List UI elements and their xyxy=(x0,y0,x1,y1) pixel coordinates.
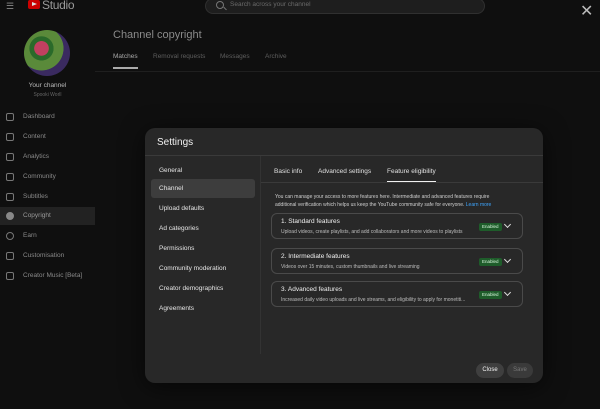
channel-title: Your channel xyxy=(28,82,67,89)
nav-divider xyxy=(260,156,261,354)
learn-more-link[interactable]: Learn more xyxy=(466,202,492,208)
sidebar-item-customisation[interactable]: Customisation xyxy=(0,247,95,265)
studio-label: Studio xyxy=(42,0,75,12)
settings-nav-creator-demographics[interactable]: Creator demographics xyxy=(151,279,255,298)
dialog-title: Settings xyxy=(157,137,194,148)
sidebar-item-dashboard[interactable]: Dashboard xyxy=(0,108,95,126)
close-button[interactable]: Close xyxy=(476,363,504,378)
tab-messages[interactable]: Messages xyxy=(220,53,250,60)
top-bar: ☰ Studio Search across your channel ✕ xyxy=(0,0,600,20)
analytics-icon xyxy=(6,153,14,161)
sidebar: Your channel Spooki Worll Dashboard Cont… xyxy=(0,14,95,409)
content-icon xyxy=(6,133,14,141)
dialog-divider xyxy=(145,155,543,156)
subtitles-icon xyxy=(6,193,14,201)
settings-dialog: Settings General Channel Upload defaults… xyxy=(145,128,543,383)
earn-icon xyxy=(6,232,14,240)
feature-card-intermediate[interactable]: 2. Intermediate features Videos over 15 … xyxy=(271,248,523,274)
chevron-down-icon[interactable] xyxy=(504,290,512,298)
search-icon xyxy=(216,1,224,9)
settings-nav-channel[interactable]: Channel xyxy=(151,179,255,198)
settings-nav-ad-categories[interactable]: Ad categories xyxy=(151,219,255,238)
chevron-down-icon[interactable] xyxy=(504,222,512,230)
chevron-down-icon[interactable] xyxy=(504,257,512,265)
youtube-logo-icon[interactable] xyxy=(28,0,40,9)
creator-music-icon xyxy=(6,272,14,280)
tab-basic-info[interactable]: Basic info xyxy=(274,168,302,175)
search-input[interactable]: Search across your channel xyxy=(230,1,311,8)
settings-nav-community-moderation[interactable]: Community moderation xyxy=(151,259,255,278)
settings-nav-general[interactable]: General xyxy=(151,161,255,180)
feature-title: 1. Standard features xyxy=(281,218,340,225)
feature-title: 2. Intermediate features xyxy=(281,253,350,260)
tabs-divider xyxy=(261,182,543,183)
community-icon xyxy=(6,173,14,181)
channel-handle: Spooki Worll xyxy=(33,92,62,98)
customisation-icon xyxy=(6,252,14,260)
search-bar[interactable]: Search across your channel xyxy=(205,0,485,14)
settings-nav-upload-defaults[interactable]: Upload defaults xyxy=(151,199,255,218)
channel-avatar[interactable] xyxy=(24,30,70,76)
sidebar-item-subtitles[interactable]: Subtitles xyxy=(0,188,95,206)
feature-description: Videos over 15 minutes, custom thumbnail… xyxy=(281,264,420,270)
sidebar-item-creator-music[interactable]: Creator Music [Beta] xyxy=(0,267,95,285)
tab-matches[interactable]: Matches xyxy=(113,53,138,69)
enabled-badge: Enabled xyxy=(479,291,502,299)
tab-removal-requests[interactable]: Removal requests xyxy=(153,53,205,60)
sidebar-item-earn[interactable]: Earn xyxy=(0,227,95,245)
sidebar-item-content[interactable]: Content xyxy=(0,128,95,146)
settings-nav-permissions[interactable]: Permissions xyxy=(151,239,255,258)
sidebar-item-community[interactable]: Community xyxy=(0,168,95,186)
sidebar-item-copyright[interactable]: Copyright xyxy=(0,207,95,225)
close-icon[interactable]: ✕ xyxy=(580,4,593,20)
page-title: Channel copyright xyxy=(113,29,202,41)
feature-card-advanced[interactable]: 3. Advanced features Increased daily vid… xyxy=(271,281,523,307)
enabled-badge: Enabled xyxy=(479,258,502,266)
feature-card-standard[interactable]: 1. Standard features Upload videos, crea… xyxy=(271,213,523,239)
tab-feature-eligibility[interactable]: Feature eligibility xyxy=(387,168,436,183)
tab-archive[interactable]: Archive xyxy=(265,53,287,60)
menu-icon[interactable]: ☰ xyxy=(6,1,16,11)
settings-nav-agreements[interactable]: Agreements xyxy=(151,299,255,318)
feature-description: Upload videos, create playlists, and add… xyxy=(281,229,463,235)
save-button[interactable]: Save xyxy=(507,363,533,378)
tab-advanced-settings[interactable]: Advanced settings xyxy=(318,168,371,175)
copyright-icon xyxy=(6,212,14,220)
dashboard-icon xyxy=(6,113,14,121)
feature-eligibility-intro: You can manage your access to more featu… xyxy=(275,194,492,208)
sidebar-item-analytics[interactable]: Analytics xyxy=(0,148,95,166)
feature-description: Increased daily video uploads and live s… xyxy=(281,297,466,303)
feature-title: 3. Advanced features xyxy=(281,286,343,293)
enabled-badge: Enabled xyxy=(479,223,502,231)
tabs-divider xyxy=(95,71,600,72)
